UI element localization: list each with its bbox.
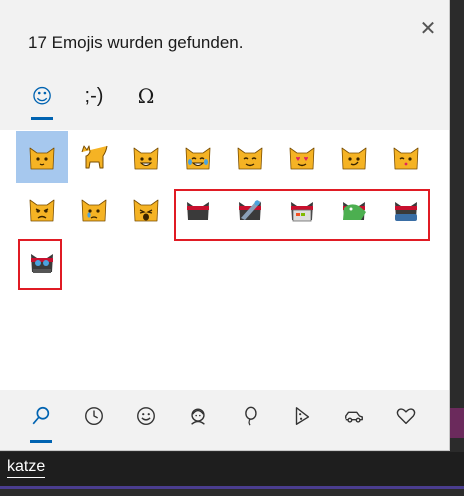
tab-celebration[interactable]: [230, 398, 270, 434]
tab-people[interactable]: [178, 398, 218, 434]
emoji-cell-weary[interactable]: [120, 183, 172, 235]
heart-icon: [396, 408, 416, 425]
text-input-strip: [0, 452, 464, 486]
emoji-cell-astro[interactable]: [224, 183, 276, 235]
cat-hearts-icon: [289, 147, 315, 170]
cat-plain-icon: [29, 147, 55, 170]
cat-joy-icon: [185, 147, 211, 170]
emoji-cell-pout[interactable]: [16, 183, 68, 235]
active-tab-indicator: [31, 117, 53, 120]
cat-smile-icon: [237, 147, 263, 170]
emoji-cell-hacker[interactable]: [276, 183, 328, 235]
omega-icon: Ω: [137, 84, 155, 108]
smiley-icon: [137, 407, 155, 425]
emoji-cell-wry[interactable]: [328, 131, 380, 183]
search-icon: [32, 406, 50, 425]
cat-grin-icon: [133, 147, 159, 170]
tab-smileys[interactable]: [126, 398, 166, 434]
panel-title: 17 Emojis wurden gefunden.: [28, 33, 244, 52]
cat-hacker-icon: [291, 202, 313, 222]
cat-cat-body-icon: [81, 145, 108, 169]
tab-symbols-heart[interactable]: [386, 398, 426, 434]
clock-icon: [85, 407, 103, 425]
cat-hipster-icon: [31, 254, 53, 273]
close-icon: ✕: [419, 16, 437, 40]
emoji-cell-cry[interactable]: [68, 183, 120, 235]
window-accent-line: [0, 486, 464, 489]
pizza-icon: [295, 407, 310, 425]
cat-pout-icon: [29, 199, 55, 222]
cat-wry-icon: [341, 147, 367, 170]
smiley-face-icon: ☺: [31, 84, 53, 108]
car-icon: [345, 411, 363, 423]
emoji-cell-plain[interactable]: [16, 131, 68, 183]
typed-search-text[interactable]: katze: [7, 457, 46, 478]
emoji-cell-grin[interactable]: [120, 131, 172, 183]
emoji-cell-kiss[interactable]: [380, 131, 432, 183]
cat-kiss-icon: [393, 147, 419, 170]
category-bar: [0, 390, 449, 450]
emoji-cell-joy[interactable]: [172, 131, 224, 183]
tab-travel[interactable]: [334, 398, 374, 434]
emoji-cell-ninja[interactable]: [172, 183, 224, 235]
tab-kaomoji[interactable]: ;-): [74, 76, 114, 116]
emoji-panel: 17 Emojis wurden gefunden. ✕ ☺ ;-) Ω: [0, 0, 450, 451]
balloon-icon: [245, 406, 257, 426]
cat-ninja-icon: [187, 202, 209, 220]
tab-recent[interactable]: [74, 398, 114, 434]
panel-header: 17 Emojis wurden gefunden. ✕ ☺ ;-) Ω: [0, 0, 449, 130]
cat-weary-icon: [133, 199, 159, 222]
tab-symbols[interactable]: Ω: [126, 76, 166, 116]
cat-dino-icon: [343, 202, 366, 220]
cat-cry-icon: [81, 199, 107, 222]
cat-stunt-icon: [395, 202, 417, 221]
tab-emoji[interactable]: ☺: [22, 76, 62, 116]
emoji-results-grid: [0, 130, 449, 390]
emoji-cell-stunt[interactable]: [380, 183, 432, 235]
emoji-cell-smile[interactable]: [224, 131, 276, 183]
tab-search[interactable]: [21, 398, 61, 434]
tab-food[interactable]: [282, 398, 322, 434]
cat-astro-icon: [239, 200, 261, 220]
active-bottom-tab-indicator: [30, 440, 52, 443]
tab-kaomoji-label: ;-): [84, 84, 104, 107]
person-icon: [191, 408, 205, 425]
background-accent: [449, 408, 464, 438]
emoji-cell-cat-body[interactable]: [68, 131, 120, 183]
emoji-cell-hearts[interactable]: [276, 131, 328, 183]
close-button[interactable]: ✕: [412, 12, 444, 44]
emoji-cell-dino[interactable]: [328, 183, 380, 235]
emoji-cell-hipster[interactable]: [16, 235, 68, 287]
